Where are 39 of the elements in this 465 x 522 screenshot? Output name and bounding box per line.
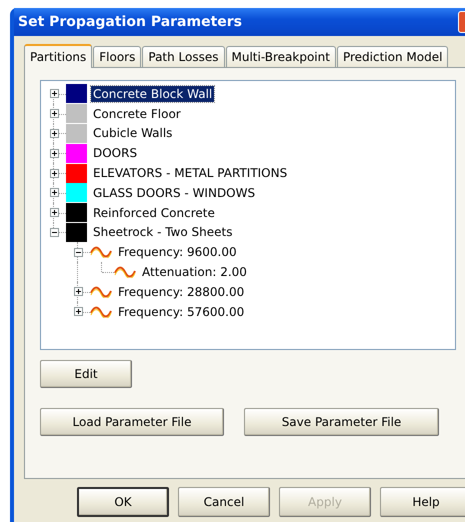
tab[interactable]: Multi-Breakpoint	[226, 46, 336, 67]
wave-icon	[90, 306, 112, 318]
wave-icon	[114, 266, 136, 278]
tab[interactable]: Prediction Model	[336, 46, 448, 67]
tab[interactable]: Path Losses	[142, 46, 225, 67]
load-button[interactable]: Load Parameter File	[40, 408, 224, 436]
tree-item[interactable]: DOORS	[91, 145, 140, 162]
expand-icon[interactable]	[50, 188, 58, 198]
collapse-icon[interactable]	[50, 228, 58, 237]
expand-icon[interactable]	[50, 109, 58, 118]
expand-icon[interactable]	[50, 148, 58, 158]
tree-item[interactable]: Attenuation: 2.00	[140, 264, 249, 280]
tree-item[interactable]: Concrete Block Wall	[91, 86, 214, 102]
tab[interactable]: Partitions	[24, 44, 92, 68]
tree-item[interactable]: Frequency: 28800.00	[116, 284, 246, 300]
tree-item[interactable]: Frequency: 9600.00	[116, 244, 239, 260]
dialog-button[interactable]: Cancel	[178, 487, 270, 517]
tab[interactable]: Floors	[93, 46, 142, 67]
expand-icon[interactable]	[50, 168, 58, 178]
tree-item[interactable]: Concrete Floor	[91, 106, 183, 122]
save-button[interactable]: Save Parameter File	[244, 408, 439, 436]
tree-item[interactable]: Sheetrock - Two Sheets	[91, 224, 234, 240]
expand-icon[interactable]	[50, 128, 58, 138]
expand-icon[interactable]	[74, 307, 82, 316]
tree-item[interactable]: Reinforced Concrete	[91, 204, 217, 221]
tree-item[interactable]: Frequency: 57600.00	[116, 304, 246, 320]
expand-icon[interactable]	[74, 287, 82, 296]
tree-item[interactable]: Cubicle Walls	[91, 125, 174, 142]
dialog-button[interactable]: Help	[380, 487, 465, 517]
tree-item[interactable]: ELEVATORS - METAL PARTITIONS	[91, 165, 290, 182]
expand-icon[interactable]	[50, 89, 58, 98]
wave-icon	[90, 286, 112, 298]
expand-icon[interactable]	[50, 208, 58, 218]
wave-icon	[90, 246, 112, 258]
window-title: Set Propagation Parameters	[18, 14, 242, 30]
tree-item[interactable]: GLASS DOORS - WINDOWS	[91, 184, 258, 201]
edit-button[interactable]: Edit	[40, 360, 132, 388]
dialog-button[interactable]: OK	[77, 487, 169, 517]
collapse-icon[interactable]	[74, 248, 82, 257]
